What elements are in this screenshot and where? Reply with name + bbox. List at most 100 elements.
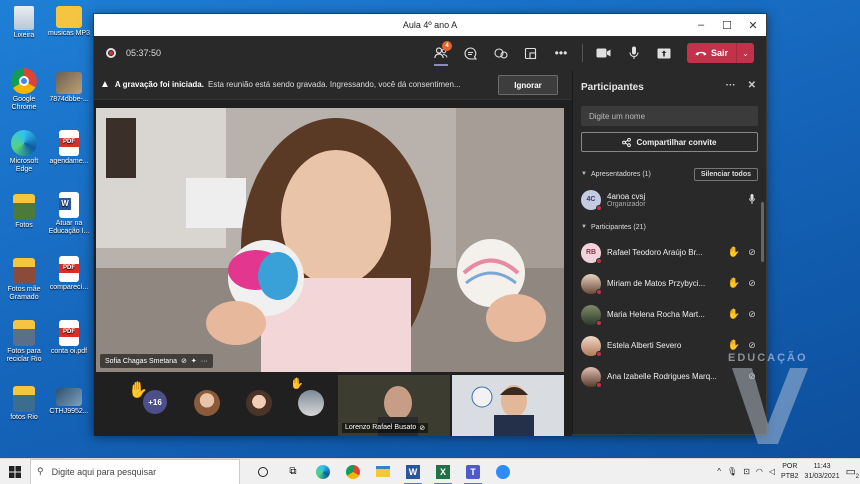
close-icon[interactable]: ✕ [748, 80, 756, 91]
more-icon[interactable]: ··· [726, 80, 736, 91]
language-indicator[interactable]: POR PTB2 [781, 462, 799, 482]
participant-name: Maria Helena Rocha Mart... [607, 310, 705, 319]
desktop-icon-chrome[interactable]: Google Chrome [1, 68, 47, 112]
minimize-icon[interactable]: – [688, 14, 714, 36]
desktop-icon-fotos-rio[interactable]: fotos Rio [1, 386, 47, 422]
volume-icon[interactable]: ◁ [769, 467, 775, 476]
panel-actions: ··· ✕ [726, 80, 756, 91]
taskbar-edge[interactable] [308, 459, 338, 484]
desktop-icon-pdf-2[interactable]: PDF comparecí... [46, 256, 92, 292]
desktop-icon-fotos[interactable]: Fotos [1, 194, 47, 230]
participant-row[interactable]: Maria Helena Rocha Mart... ✋ ⊘ [573, 299, 766, 330]
rooms-button[interactable] [516, 36, 546, 70]
desktop-icon-photo-1[interactable]: 7874dbbe-... [46, 72, 92, 104]
overflow-participants-count[interactable]: +16 [143, 390, 167, 414]
share-invite-button[interactable]: Compartilhar convite [581, 132, 758, 152]
presenter-row[interactable]: 4C 4anoa cvsj Organizador [573, 184, 766, 215]
show-hidden-icons-chevron-icon[interactable]: ^ [717, 467, 721, 476]
folder-photos-icon [13, 258, 35, 284]
network-icon[interactable]: ⊡ [743, 467, 750, 476]
pdf-icon: PDF [59, 320, 79, 346]
folder-photos-icon [13, 320, 35, 346]
notifications-button[interactable]: ▭ 2 [846, 465, 859, 480]
close-window-icon[interactable]: ✕ [740, 14, 766, 36]
chat-button[interactable] [456, 36, 486, 70]
participant-video-tile[interactable] [452, 375, 564, 436]
reactions-button[interactable] [486, 36, 516, 70]
participant-avatar[interactable] [246, 390, 272, 416]
participant-info: Miriam de Matos Przybyci... [607, 279, 724, 288]
mic-off-icon: ⊘ [748, 247, 756, 257]
microphone-tray-icon[interactable]: 🎙 [727, 467, 737, 476]
mic-off-icon: ⊘ [419, 425, 426, 432]
desktop-icon-pdf-3[interactable]: PDF conta oi.pdf [46, 320, 92, 356]
desktop-icon-fotos-gramado[interactable]: Fotos mãe Gramado [1, 258, 47, 302]
system-tray: ^ 🎙 ⊡ ◠ ◁ POR PTB2 11:43 31/03/2021 ▭ 2 [717, 462, 860, 482]
mic-off-icon: ⊘ [748, 340, 756, 350]
system-clock[interactable]: 11:43 31/03/2021 [805, 462, 840, 482]
task-view-button[interactable]: ⧉ [278, 459, 308, 484]
meeting-controls: 4 ••• Sair ⌄ [426, 36, 754, 70]
clock-time: 11:43 [813, 462, 831, 470]
leave-button[interactable]: Sair [686, 43, 736, 63]
more-icon: ••• [554, 46, 568, 60]
taskbar-search-placeholder: Digite aqui para pesquisar [51, 466, 157, 477]
desktop-icon-photo-2[interactable]: CTHJ9952... [46, 388, 92, 416]
mute-all-button[interactable]: Silenciar todos [693, 167, 758, 181]
participant-row[interactable]: Miriam de Matos Przybyci... ✋ ⊘ [573, 268, 766, 299]
avatar [581, 304, 602, 326]
clock-date: 31/03/2021 [804, 472, 840, 480]
participant-row[interactable]: RB Rafael Teodoro Araújo Br... ✋ ⊘ [573, 237, 766, 268]
taskbar-search-input[interactable]: ⚲ Digite aqui para pesquisar [30, 458, 240, 484]
desktop-icon-fotos-reciclar[interactable]: Fotos para reciclar Rio [1, 320, 47, 364]
start-button[interactable] [0, 459, 30, 484]
presenters-section-header[interactable]: ▼ Apresentadores (1) Silenciar todos [573, 164, 766, 184]
desktop-icon-recycle-bin[interactable]: Lixeira [1, 6, 47, 40]
tile-name: Lorenzo Rafael Busato [345, 424, 417, 431]
status-badge [596, 381, 602, 388]
microphone-button[interactable] [619, 36, 649, 70]
maximize-icon[interactable]: ☐ [714, 14, 740, 36]
meeting-toolbar: 05:37:50 4 ••• Sair ⌄ [94, 36, 766, 70]
taskbar-excel[interactable]: X [428, 459, 458, 484]
participant-info: Rafael Teodoro Araújo Br... [607, 248, 724, 257]
participant-search-input[interactable]: Digite um nome [581, 106, 758, 126]
chevron-down-icon: ▼ [581, 171, 587, 177]
participants-section-header[interactable]: ▼ Participantes (21) [573, 217, 766, 237]
banner-title: A gravação foi iniciada. [114, 80, 204, 89]
desktop-icon-pdf-1[interactable]: PDF agendame... [46, 130, 92, 166]
show-participants-button[interactable]: 4 [426, 36, 456, 70]
participant-avatar[interactable] [194, 390, 220, 416]
panel-scrollbar[interactable] [761, 202, 764, 262]
task-view-icon: ⧉ [289, 466, 297, 477]
video-tile-feed [452, 375, 564, 436]
main-video[interactable]: Sofia Chagas Smetana ⊘ ✦ ··· [96, 108, 564, 372]
camera-button[interactable] [589, 36, 619, 70]
taskbar: ⚲ Digite aqui para pesquisar ⧉ W X T ^ 🎙… [0, 458, 860, 484]
more-options-icon[interactable]: ··· [201, 358, 208, 365]
taskbar-word[interactable]: W [398, 459, 428, 484]
raised-hand-icon: ✋ [727, 278, 740, 289]
taskbar-zoom[interactable] [488, 459, 518, 484]
cortana-icon [258, 466, 268, 477]
more-actions-button[interactable]: ••• [546, 36, 576, 70]
taskbar-chrome[interactable] [338, 459, 368, 484]
status-badge [596, 350, 602, 357]
desktop-icon-musicas[interactable]: musicas MP3 [46, 6, 92, 38]
taskbar-file-explorer[interactable] [368, 459, 398, 484]
taskbar-teams[interactable]: T [458, 459, 488, 484]
desktop-icon-word-doc[interactable]: W Atuar na Educação I... [46, 192, 92, 236]
share-screen-button[interactable] [649, 36, 679, 70]
share-invite-label: Compartilhar convite [636, 137, 717, 147]
wifi-icon[interactable]: ◠ [756, 467, 763, 476]
ignore-button[interactable]: Ignorar [498, 75, 558, 95]
participant-name: 4anoa cvsj [607, 191, 646, 201]
desktop-icon-edge[interactable]: Microsoft Edge [1, 130, 47, 174]
share-screen-icon [657, 48, 671, 58]
participant-video-tile[interactable]: Lorenzo Rafael Busato ⊘ [338, 375, 450, 436]
participant-avatar[interactable] [298, 390, 324, 416]
cortana-button[interactable] [248, 459, 278, 484]
leave-options-chevron-down-icon[interactable]: ⌄ [736, 43, 754, 63]
participant-name: Rafael Teodoro Araújo Br... [607, 248, 703, 257]
participants-strip: ✋ +16 ✋ Lorenzo Rafael Busato ⊘ [94, 374, 572, 436]
